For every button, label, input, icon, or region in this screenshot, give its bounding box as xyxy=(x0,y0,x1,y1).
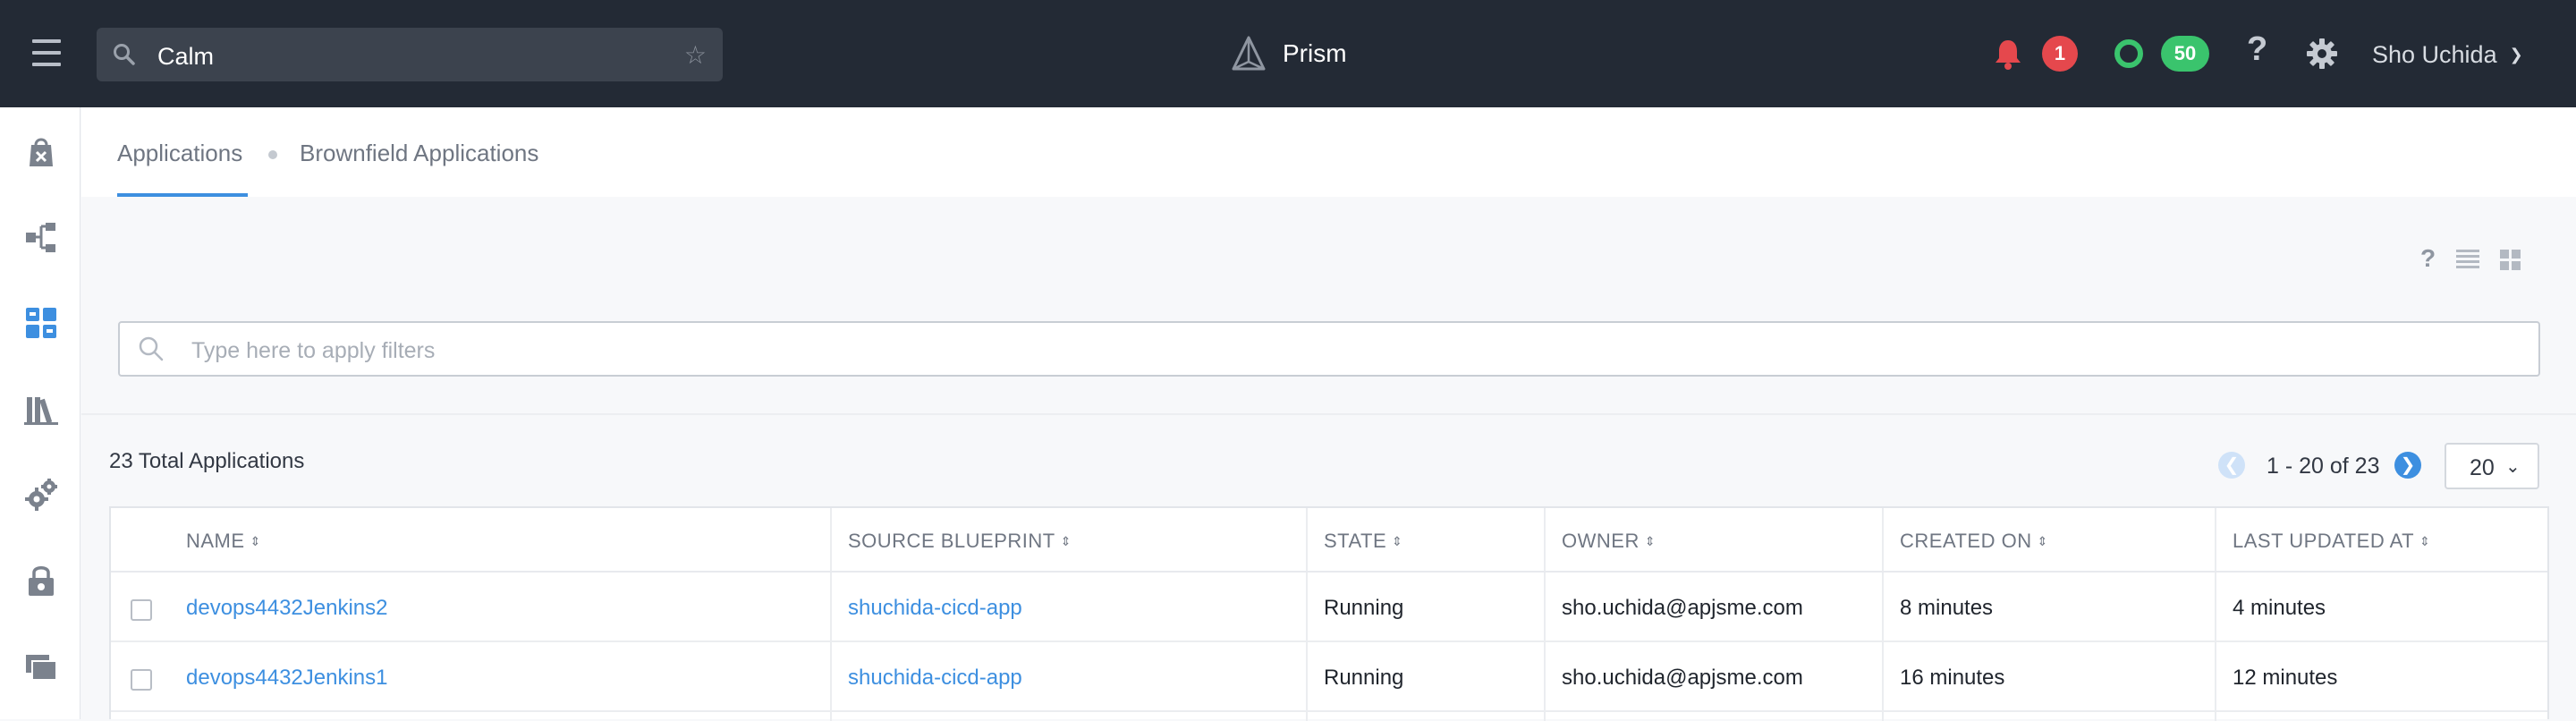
row-checkbox[interactable] xyxy=(131,599,152,621)
row-checkbox[interactable] xyxy=(131,669,152,691)
ring-icon[interactable] xyxy=(2114,39,2143,68)
tab-separator-dot xyxy=(268,150,277,159)
tab-brownfield-applications[interactable]: Brownfield Applications xyxy=(300,140,538,167)
sort-icon: ⇕ xyxy=(250,534,261,548)
sort-icon: ⇕ xyxy=(2419,534,2431,548)
alerts-count-badge[interactable]: 1 xyxy=(2042,36,2078,72)
sort-icon: ⇕ xyxy=(1644,534,1657,548)
app-state: Running xyxy=(1324,596,1404,620)
column-header-last-updated-at[interactable]: LAST UPDATED AT ⇕ xyxy=(2233,530,2430,553)
global-search[interactable]: Calm ☆ xyxy=(97,28,723,81)
app-created-on: 16 minutes xyxy=(1900,666,2005,690)
table-row[interactable]: devops4432Jenkins2 shuchida-cicd-app Run… xyxy=(111,573,2547,642)
tab-bar: Applications Brownfield Applications xyxy=(81,107,2576,197)
sort-icon: ⇕ xyxy=(2037,534,2048,548)
search-icon xyxy=(114,44,135,65)
app-created-on: 8 minutes xyxy=(1900,596,1994,620)
star-icon[interactable]: ☆ xyxy=(684,40,707,70)
page-range: 1 - 20 of 23 xyxy=(2267,454,2380,479)
table-row[interactable]: devops4432Jenkins1 shuchida-cicd-app Run… xyxy=(111,642,2547,712)
grid-view-icon[interactable] xyxy=(2497,244,2524,275)
search-icon xyxy=(139,336,164,361)
column-header-state[interactable]: STATE ⇕ xyxy=(1324,530,1402,553)
app-name-link[interactable]: devops4432Jenkins1 xyxy=(186,666,388,691)
app-owner: sho.uchida@apjsme.com xyxy=(1562,666,1803,690)
app-owner: sho.uchida@apjsme.com xyxy=(1562,596,1803,620)
app-last-updated: 12 minutes xyxy=(2233,666,2338,690)
chevron-down-icon: ❯ xyxy=(2509,46,2523,64)
column-header-source-blueprint[interactable]: SOURCE BLUEPRINT ⇕ xyxy=(848,530,1072,553)
help-icon[interactable]: ? xyxy=(2247,30,2267,69)
column-header-name[interactable]: NAME ⇕ xyxy=(186,530,261,553)
sort-icon: ⇕ xyxy=(1392,534,1403,548)
next-page-button[interactable]: ❯ xyxy=(2394,452,2421,479)
page-size-select[interactable]: 20 ⌄ xyxy=(2445,443,2539,489)
bell-icon[interactable] xyxy=(1993,38,2023,70)
view-help-icon[interactable]: ? xyxy=(2420,244,2436,275)
column-header-created-on[interactable]: CREATED ON ⇕ xyxy=(1900,530,2048,553)
top-bar: Calm ☆ Prism 1 50 ? Sho Uchida ❯ xyxy=(0,0,2576,107)
search-value[interactable]: Calm xyxy=(157,43,214,71)
table-header: NAME ⇕ SOURCE BLUEPRINT ⇕ STATE ⇕ OWNER ⇕ CR… xyxy=(111,508,2547,573)
tasks-count-badge[interactable]: 50 xyxy=(2161,36,2209,72)
filter-input[interactable]: Type here to apply filters xyxy=(118,321,2540,377)
policies-icon[interactable] xyxy=(24,564,58,598)
settings-gears-icon[interactable] xyxy=(24,478,58,512)
blueprints-icon[interactable] xyxy=(24,220,58,254)
column-header-owner[interactable]: OWNER ⇕ xyxy=(1562,530,1656,553)
library-icon[interactable] xyxy=(24,392,58,426)
chevron-down-icon: ⌄ xyxy=(2505,457,2521,477)
brand[interactable]: Prism xyxy=(1231,34,1347,73)
active-tab-indicator xyxy=(117,193,248,197)
blueprint-link[interactable]: shuchida-cicd-app xyxy=(848,596,1022,621)
app-name-link[interactable]: devops4432Jenkins2 xyxy=(186,596,388,621)
page-size-value: 20 xyxy=(2470,455,2495,480)
app-last-updated: 4 minutes xyxy=(2233,596,2326,620)
app-state: Running xyxy=(1324,666,1404,690)
gear-icon[interactable] xyxy=(2306,38,2338,70)
sort-icon: ⇕ xyxy=(1060,534,1072,548)
brand-label: Prism xyxy=(1283,39,1347,67)
list-view-icon[interactable] xyxy=(2454,244,2481,275)
filter-placeholder: Type here to apply filters xyxy=(191,338,436,363)
side-nav xyxy=(0,107,80,719)
applications-icon[interactable] xyxy=(24,306,58,340)
tab-applications[interactable]: Applications xyxy=(117,140,242,167)
user-menu[interactable]: Sho Uchida ❯ xyxy=(2372,41,2523,69)
marketplace-icon[interactable] xyxy=(24,134,58,168)
projects-icon[interactable] xyxy=(24,649,58,683)
hamburger-icon[interactable] xyxy=(32,39,61,66)
blueprint-link[interactable]: shuchida-cicd-app xyxy=(848,666,1022,691)
total-applications-count: 23 Total Applications xyxy=(109,449,305,473)
section-divider xyxy=(81,413,2576,415)
previous-page-button[interactable]: ❮ xyxy=(2218,452,2245,479)
user-name: Sho Uchida xyxy=(2372,41,2497,68)
applications-table: NAME ⇕ SOURCE BLUEPRINT ⇕ STATE ⇕ OWNER ⇕ CR… xyxy=(109,506,2549,721)
prism-logo-icon xyxy=(1232,36,1266,71)
